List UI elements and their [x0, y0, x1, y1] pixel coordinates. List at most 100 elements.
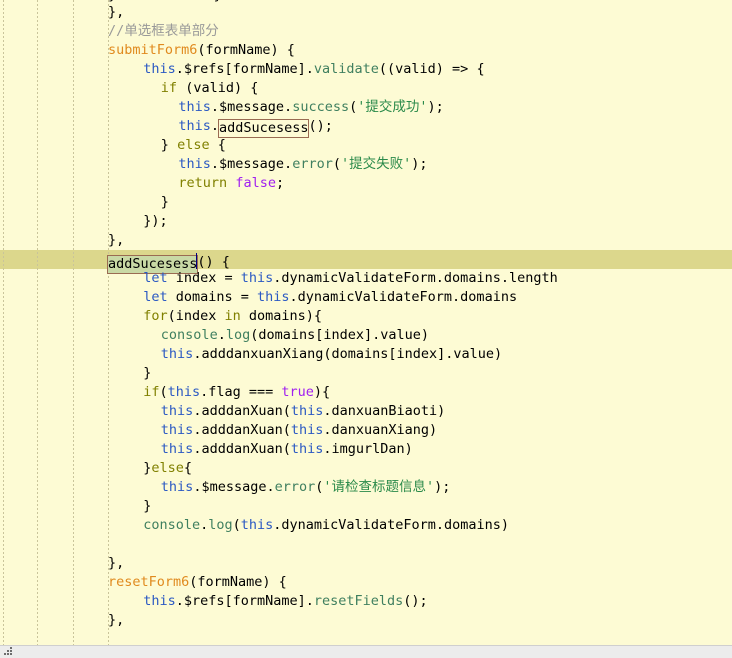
- code-token: (formName) {: [189, 574, 287, 590]
- code-line[interactable]: },: [108, 554, 124, 573]
- code-token: .$message.: [193, 479, 275, 495]
- code-token: this: [143, 593, 176, 609]
- code-token: (index: [167, 308, 225, 324]
- horizontal-scrollbar-strip[interactable]: [0, 645, 732, 658]
- code-line[interactable]: },: [108, 3, 124, 22]
- code-line[interactable]: },: [108, 231, 124, 250]
- code-line[interactable]: this.adddanxuanXiang(domains[index].valu…: [161, 345, 502, 364]
- code-token: this: [160, 479, 194, 495]
- code-token: },: [108, 4, 125, 20]
- code-token: ();: [308, 118, 333, 134]
- code-token: .dynamicValidateForm.domains): [273, 517, 509, 533]
- code-token: this: [178, 156, 211, 172]
- code-token: this: [240, 270, 274, 286]
- code-token: log: [208, 517, 233, 533]
- code-token: '提交失败': [340, 156, 412, 172]
- clipped-line-top: } }: [0, 0, 732, 4]
- code-line[interactable]: }: [143, 364, 151, 383]
- code-line[interactable]: this.adddanXuan(this.imgurlDan): [161, 440, 413, 459]
- code-token: ){: [313, 384, 331, 400]
- code-token: '提交成功': [357, 99, 428, 115]
- code-line[interactable]: let domains = this.dynamicValidateForm.d…: [143, 288, 517, 307]
- code-token: resetForm6: [108, 574, 190, 590]
- code-token: .flag ===: [200, 384, 282, 400]
- code-line[interactable]: });: [143, 212, 167, 231]
- code-token: }: [143, 365, 152, 381]
- clipped-top-text: } }: [108, 0, 222, 4]
- code-line[interactable]: for(index in domains){: [143, 307, 322, 326]
- indent-guide: [73, 0, 74, 646]
- code-line[interactable]: submitForm6(formName) {: [108, 41, 295, 60]
- resize-grip-icon[interactable]: [4, 647, 13, 656]
- code-token: .$message.: [210, 99, 293, 115]
- code-line[interactable]: } else {: [161, 136, 226, 155]
- code-line[interactable]: this.$message.error('提交失败');: [178, 155, 427, 174]
- code-token: (: [349, 99, 358, 115]
- code-token: .$refs[formName].: [175, 61, 314, 77]
- code-token: this: [290, 422, 324, 438]
- code-token: }: [160, 194, 169, 210]
- code-token: return: [178, 175, 228, 191]
- code-line[interactable]: }: [161, 193, 169, 212]
- code-editor[interactable]: },//单选框表单部分 submitForm6(formName) {this.$…: [0, 0, 732, 658]
- code-line[interactable]: }else{: [143, 459, 192, 478]
- indent-guide: [3, 0, 4, 646]
- code-line[interactable]: this.$message.error('请检查标题信息');: [161, 478, 451, 497]
- code-token: .imgurlDan): [323, 441, 413, 457]
- code-line[interactable]: }: [143, 497, 151, 516]
- code-token: error: [274, 479, 316, 495]
- text-caret: [196, 253, 198, 269]
- code-token: console: [160, 327, 218, 343]
- code-token: success: [292, 99, 350, 115]
- code-line[interactable]: this.addSucesess();: [178, 117, 333, 138]
- code-token: resetFields: [313, 593, 404, 609]
- code-line[interactable]: let index = this.dynamicValidateForm.dom…: [143, 269, 558, 288]
- code-token: '请检查标题信息': [323, 479, 435, 495]
- code-line[interactable]: return false;: [178, 174, 284, 193]
- code-token: .: [200, 517, 209, 533]
- indent-guide: [108, 0, 109, 646]
- code-token: {: [209, 137, 226, 153]
- code-token: true: [281, 384, 314, 400]
- code-token: ;: [275, 175, 285, 191]
- code-line[interactable]: this.adddanXuan(this.danxuanBiaoti): [161, 402, 446, 421]
- code-token: this: [160, 422, 194, 438]
- code-token: //单选框表单部分: [108, 23, 219, 39]
- code-line[interactable]: resetForm6(formName) {: [108, 573, 287, 592]
- code-line[interactable]: console.log(this.dynamicValidateForm.dom…: [143, 516, 509, 535]
- code-line[interactable]: this.$refs[formName].resetFields();: [143, 592, 427, 611]
- code-line[interactable]: addSucesess() {: [107, 250, 230, 274]
- code-line[interactable]: console.log(domains[index].value): [161, 326, 429, 345]
- code-line[interactable]: this.adddanXuan(this.danxuanXiang): [161, 421, 437, 440]
- code-token: this: [160, 403, 194, 419]
- code-line[interactable]: },: [108, 611, 124, 630]
- code-token: else: [177, 137, 210, 153]
- code-line[interactable]: this.$message.success('提交成功');: [178, 98, 443, 117]
- code-token: this: [167, 384, 201, 400]
- code-line[interactable]: this.$refs[formName].validate((valid) =>…: [143, 60, 484, 79]
- occurrence-highlight[interactable]: addSucesess: [218, 119, 310, 138]
- code-token: domains){: [240, 308, 323, 324]
- code-token: this: [240, 517, 274, 533]
- code-token: let: [143, 289, 168, 305]
- code-token: .adddanXuan(: [193, 422, 291, 438]
- code-token: if: [160, 80, 178, 96]
- code-token: .adddanXuan(: [193, 441, 291, 457]
- code-line[interactable]: if(this.flag === true){: [143, 383, 330, 402]
- code-token: (: [232, 517, 241, 533]
- code-token: console: [143, 517, 201, 533]
- code-line[interactable]: if (valid) {: [161, 79, 259, 98]
- code-token: ();: [403, 593, 428, 609]
- code-token: }: [143, 498, 152, 514]
- code-token: error: [292, 156, 333, 172]
- code-token: (valid) {: [177, 80, 259, 96]
- code-token: (formName) {: [197, 42, 295, 58]
- code-token: if: [143, 384, 160, 400]
- code-line[interactable]: //单选框表单部分: [108, 22, 219, 41]
- code-token: this: [290, 403, 324, 419]
- code-token: (: [332, 156, 341, 172]
- code-token: .$message.: [210, 156, 293, 172]
- code-surface[interactable]: },//单选框表单部分 submitForm6(formName) {this.$…: [0, 0, 732, 646]
- code-token: this: [160, 441, 194, 457]
- code-token: () {: [197, 254, 230, 270]
